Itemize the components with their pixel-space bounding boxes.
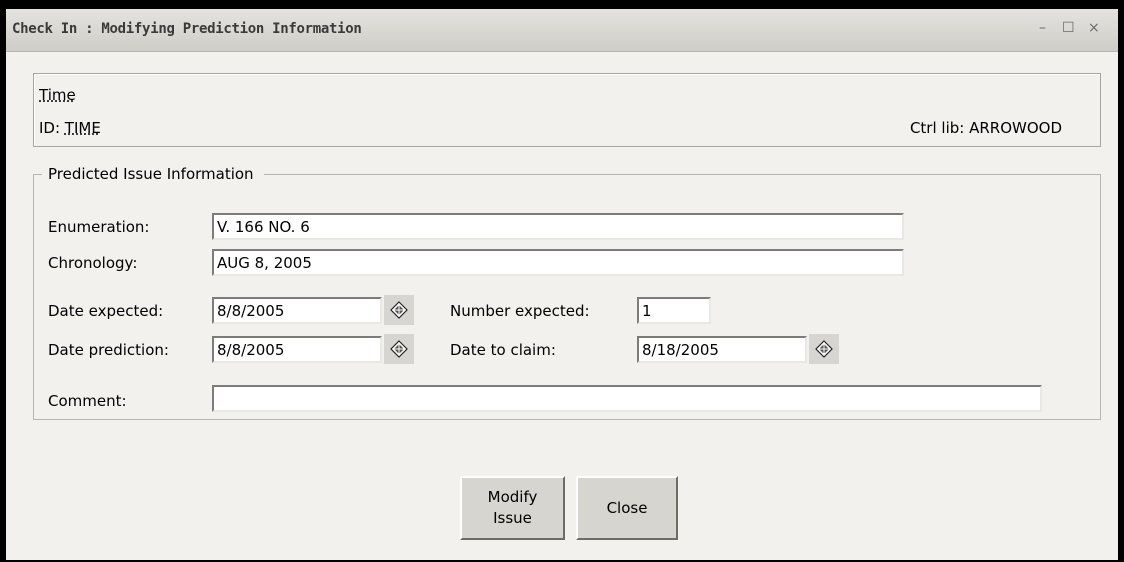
date-to-claim-calendar-button[interactable] xyxy=(809,334,839,364)
date-prediction-field[interactable]: 8/8/2005 xyxy=(212,336,382,363)
chronology-field[interactable]: AUG 8, 2005 xyxy=(212,249,904,276)
title-bar[interactable]: Check In : Modifying Prediction Informat… xyxy=(6,9,1118,52)
number-expected-label: Number expected: xyxy=(450,302,590,320)
minimize-icon[interactable]: – xyxy=(1039,20,1046,36)
chronology-label: Chronology: xyxy=(48,254,138,272)
serial-id: ID: TIME xyxy=(39,119,101,137)
enumeration-field[interactable]: V. 166 NO. 6 xyxy=(212,213,904,240)
dialog-window: Check In : Modifying Prediction Informat… xyxy=(6,9,1118,560)
maximize-icon[interactable]: ☐ xyxy=(1062,20,1075,36)
close-icon[interactable]: × xyxy=(1088,20,1100,36)
close-button[interactable]: Close xyxy=(576,476,678,540)
modify-issue-label-line1: Modify xyxy=(487,488,538,506)
date-prediction-calendar-button[interactable] xyxy=(384,334,414,364)
date-expected-label: Date expected: xyxy=(48,302,164,320)
number-expected-field[interactable]: 1 xyxy=(637,297,711,324)
id-value: TIME xyxy=(64,119,101,137)
date-to-claim-field[interactable]: 8/18/2005 xyxy=(637,336,807,363)
predicted-issue-group: Predicted Issue Information Enumeration:… xyxy=(33,165,1101,420)
calendar-icon xyxy=(390,301,408,319)
id-label: ID: xyxy=(39,119,65,137)
ctrl-lib-label: Ctrl lib: ARROWOOD xyxy=(909,119,1062,137)
date-expected-field[interactable]: 8/8/2005 xyxy=(212,297,382,324)
modify-issue-label-line2: Issue xyxy=(493,509,532,527)
window-title: Check In : Modifying Prediction Informat… xyxy=(12,21,362,37)
calendar-icon xyxy=(390,340,408,358)
calendar-icon xyxy=(815,340,833,358)
date-prediction-label: Date prediction: xyxy=(48,341,169,359)
close-button-label: Close xyxy=(606,498,648,517)
title-info-panel: Time ID: TIME Ctrl lib: ARROWOOD xyxy=(33,73,1101,147)
date-expected-calendar-button[interactable] xyxy=(384,295,414,325)
modify-issue-button[interactable]: Modify Issue xyxy=(460,476,565,540)
group-legend: Predicted Issue Information xyxy=(42,165,264,183)
enumeration-label: Enumeration: xyxy=(48,218,150,236)
comment-field[interactable] xyxy=(212,385,1042,412)
comment-label: Comment: xyxy=(48,392,127,410)
serial-title: Time xyxy=(39,86,76,104)
date-to-claim-label: Date to claim: xyxy=(450,341,556,359)
